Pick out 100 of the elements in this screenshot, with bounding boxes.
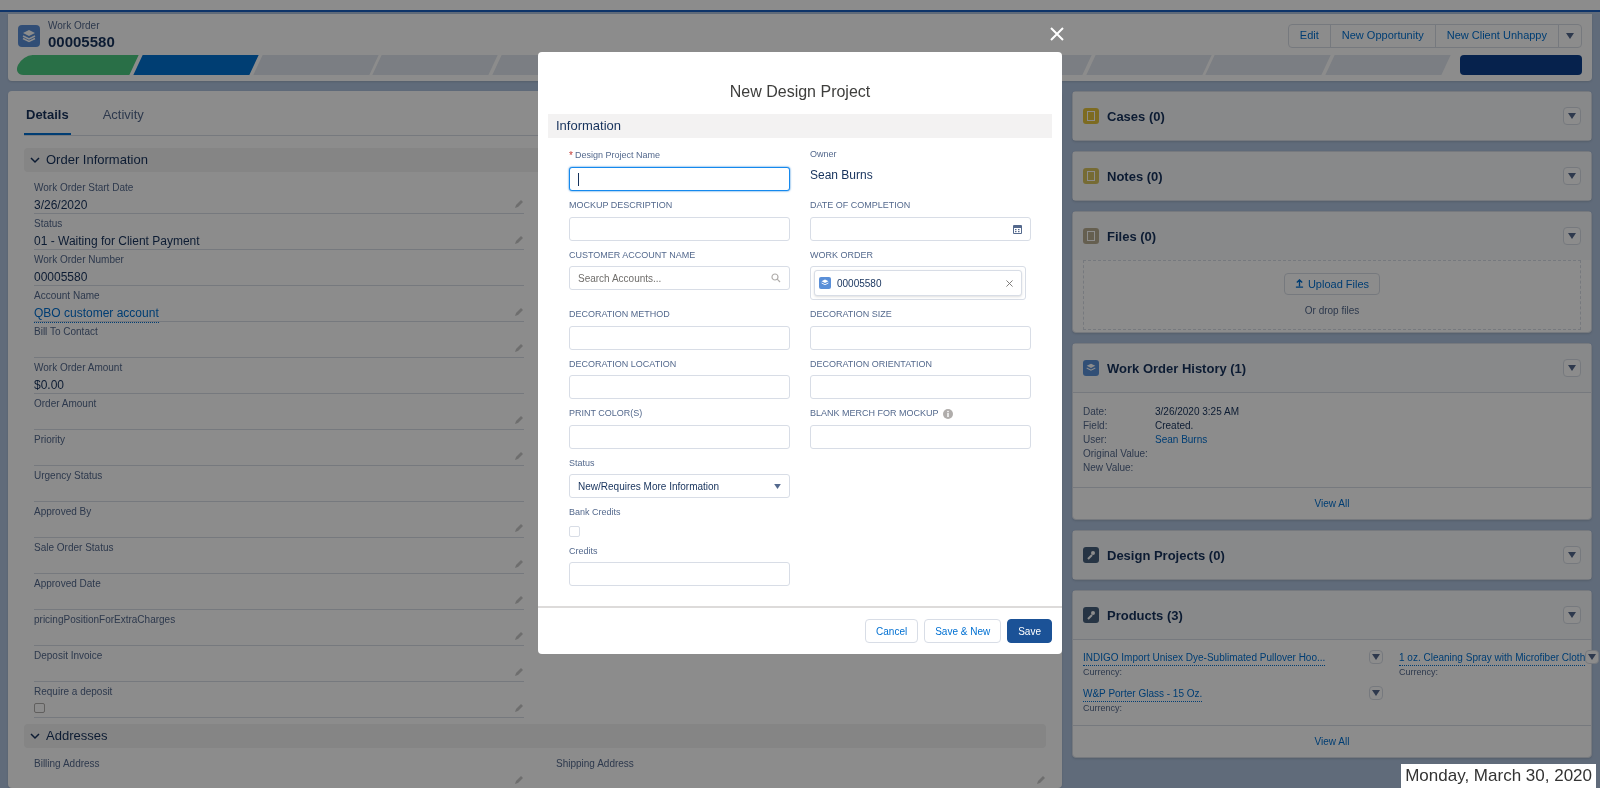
path-stage[interactable] [133,55,259,76]
chevron-icon [30,730,40,741]
pencil-icon[interactable] [514,306,524,317]
remove-icon[interactable] [1006,279,1013,287]
field-link[interactable]: QBO customer account [34,303,159,323]
field-label: Work Order Amount [34,360,123,375]
field-label: CUSTOMER ACCOUNT NAME [569,248,696,262]
field-value: 00005580 [34,268,89,286]
history-value: 3/26/2020 3:25 AM [1155,405,1239,420]
mark-status-button[interactable] [1460,55,1583,76]
field-label: Require a deposit [34,684,113,699]
chevron-icon [30,154,40,165]
product-detail: Currency: [1083,666,1123,680]
caret-icon [1568,552,1576,559]
pencil-icon[interactable] [514,522,524,533]
product-link[interactable]: W&P Porter Glass - 15 Oz. [1083,685,1203,702]
history-label: New Value: [1083,461,1135,476]
product-detail: Currency: [1399,666,1439,680]
date-stamp: Monday, March 30, 2020 [1401,764,1596,788]
required-mark: * [569,149,573,163]
card-menu-button[interactable] [1563,227,1581,246]
field-label: MOCKUP DESCRIPTION [569,199,673,212]
card-title: Notes (0) [1107,167,1163,186]
field-label: Work Order Number [34,252,124,267]
file-drop-zone[interactable]: Upload Files Or drop files [1083,260,1581,331]
record-icon [819,277,831,289]
info-icon[interactable] [942,408,953,419]
upload-files-button[interactable]: Upload Files [1283,272,1381,295]
field-label: Status [34,216,64,231]
calendar-icon[interactable] [1013,223,1022,234]
pencil-icon[interactable] [514,666,524,677]
date-field[interactable] [810,216,1031,241]
row-menu-button[interactable] [1369,685,1383,700]
modal-button[interactable]: Cancel [865,619,919,643]
pencil-icon[interactable] [1036,774,1046,785]
header-action-button[interactable]: New Opportunity [1329,23,1436,48]
pencil-icon[interactable] [514,414,524,425]
user-link[interactable]: Sean Burns [1155,433,1208,448]
field-label: Billing Address [34,756,100,771]
pencil-icon[interactable] [514,594,524,605]
row-menu-button[interactable] [1585,650,1600,665]
modal-button[interactable]: Save [1007,619,1052,643]
search-field[interactable]: Search Accounts... [569,266,790,290]
header-action-button[interactable]: New Client Unhappy [1434,23,1559,48]
field-label: Priority [34,432,66,447]
field-label: PRINT COLOR(S) [569,407,643,420]
card-title: Design Projects (0) [1107,546,1225,565]
field-value: 01 - Waiting for Client Payment [34,232,200,250]
caret-icon [1372,654,1380,661]
product-link[interactable]: 1 oz. Cleaning Spray with Microfiber Cloth [1399,650,1586,667]
pencil-icon[interactable] [514,558,524,569]
caret-icon [1568,365,1576,372]
checkbox[interactable] [569,525,580,537]
caret-icon [1372,689,1380,696]
field-label: Status [569,456,595,470]
field-label: Account Name [34,288,101,303]
tab[interactable]: Activity [100,97,146,135]
pencil-icon[interactable] [514,774,524,785]
pencil-icon[interactable] [514,630,524,641]
card-menu-button[interactable] [1563,359,1581,378]
pencil-icon[interactable] [514,234,524,245]
field-label: Sale Order Status [34,540,114,555]
pencil-icon[interactable] [514,198,524,209]
history-label: Date: [1083,405,1108,420]
pencil-icon[interactable] [514,450,524,461]
modal-button[interactable]: Save & New [924,619,1002,643]
modal-title: New Design Project [729,82,871,102]
header-action-button[interactable]: Edit [1287,23,1331,48]
row-menu-button[interactable] [1369,650,1383,665]
status-picklist[interactable]: New/Requires More Information [569,474,790,498]
tab[interactable]: Details [24,97,71,135]
field-label: BLANK MERCH FOR MOCKUP [810,407,939,420]
field-label: DECORATION ORIENTATION [810,357,932,371]
product-detail: Currency: [1083,701,1123,715]
history-value: Created. [1155,419,1194,434]
field-label: Design Project Name [574,148,660,162]
field-label: Shipping Address [556,756,634,771]
field-label: Work Order Start Date [34,180,134,195]
pencil-icon[interactable] [514,342,524,353]
section-header[interactable]: Addresses [24,723,1046,748]
caret-icon [1568,612,1576,619]
view-all-link[interactable]: View All [1073,487,1591,520]
caret-icon [1568,113,1576,120]
pencil-icon[interactable] [514,702,524,713]
card-menu-button[interactable] [1563,546,1581,565]
card-menu-button[interactable] [1563,606,1581,625]
input-field[interactable] [569,167,790,191]
field-label: DATE OF COMPLETION [810,199,911,212]
card-title: Work Order History (1) [1107,359,1247,378]
card-menu-button[interactable] [1563,107,1581,126]
record-icon [18,24,40,47]
caret-icon [1588,654,1597,661]
view-all-link[interactable]: View All [1073,725,1591,758]
record-number: 00005580 [48,32,115,52]
more-actions-button[interactable] [1558,23,1582,48]
card-menu-button[interactable] [1563,167,1581,186]
field-label: DECORATION LOCATION [569,357,677,371]
drop-hint: Or drop files [1304,303,1360,318]
history-label: User: [1083,433,1108,448]
product-link[interactable]: INDIGO Import Unisex Dye-Sublimated Pullover Hoo... [1083,650,1326,667]
